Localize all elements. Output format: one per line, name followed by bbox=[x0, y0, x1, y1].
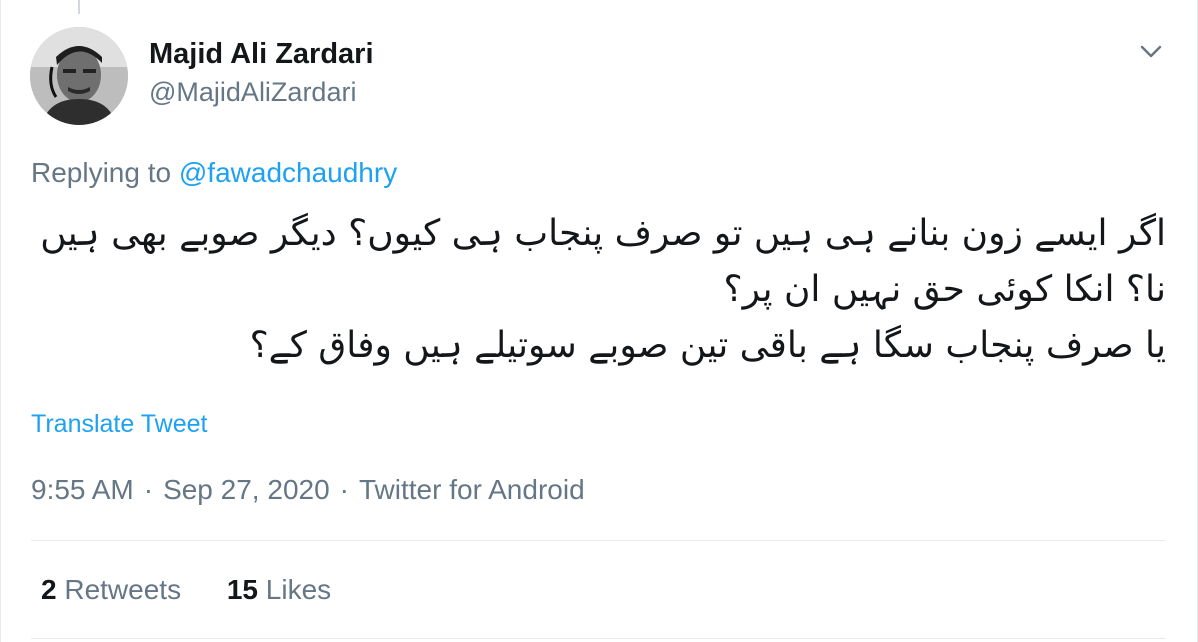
divider bbox=[31, 638, 1166, 639]
retweets-stat[interactable]: 2 Retweets bbox=[41, 574, 181, 605]
author-name[interactable]: Majid Ali Zardari bbox=[149, 38, 374, 71]
tweet-stats: 2 Retweets 15 Likes bbox=[41, 574, 369, 606]
meta-separator: · bbox=[143, 474, 154, 505]
avatar[interactable] bbox=[30, 27, 128, 125]
likes-label: Likes bbox=[265, 574, 332, 605]
tweet-card: Majid Ali Zardari @MajidAliZardari Reply… bbox=[0, 0, 1198, 642]
tweet-meta: 9:55 AM · Sep 27, 2020 · Twitter for Android bbox=[31, 474, 585, 506]
divider bbox=[31, 540, 1166, 541]
replying-to-handle-link[interactable]: @fawadchaudhry bbox=[179, 157, 397, 188]
chevron-down-icon[interactable] bbox=[1138, 38, 1164, 64]
retweets-label: Retweets bbox=[64, 574, 182, 605]
meta-separator: · bbox=[339, 474, 349, 505]
tweet-time[interactable]: 9:55 AM bbox=[31, 474, 134, 505]
tweet-source[interactable]: Twitter for Android bbox=[359, 474, 585, 505]
replying-to-label: Replying to bbox=[31, 157, 179, 188]
thread-connector-line bbox=[78, 0, 80, 14]
likes-stat[interactable]: 15 Likes bbox=[227, 574, 331, 605]
author-handle[interactable]: @MajidAliZardari bbox=[149, 77, 356, 108]
likes-count: 15 bbox=[226, 574, 259, 605]
tweet-date[interactable]: Sep 27, 2020 bbox=[163, 474, 330, 505]
tweet-text: اگر ایسے زون بنانے ہی ہیں تو صرف پنجاب ہ… bbox=[40, 213, 1166, 366]
replying-to: Replying to @fawadchaudhry bbox=[31, 157, 397, 189]
retweets-count: 2 bbox=[41, 574, 57, 605]
translate-tweet-link[interactable]: Translate Tweet bbox=[31, 410, 207, 439]
avatar-image bbox=[30, 27, 128, 125]
